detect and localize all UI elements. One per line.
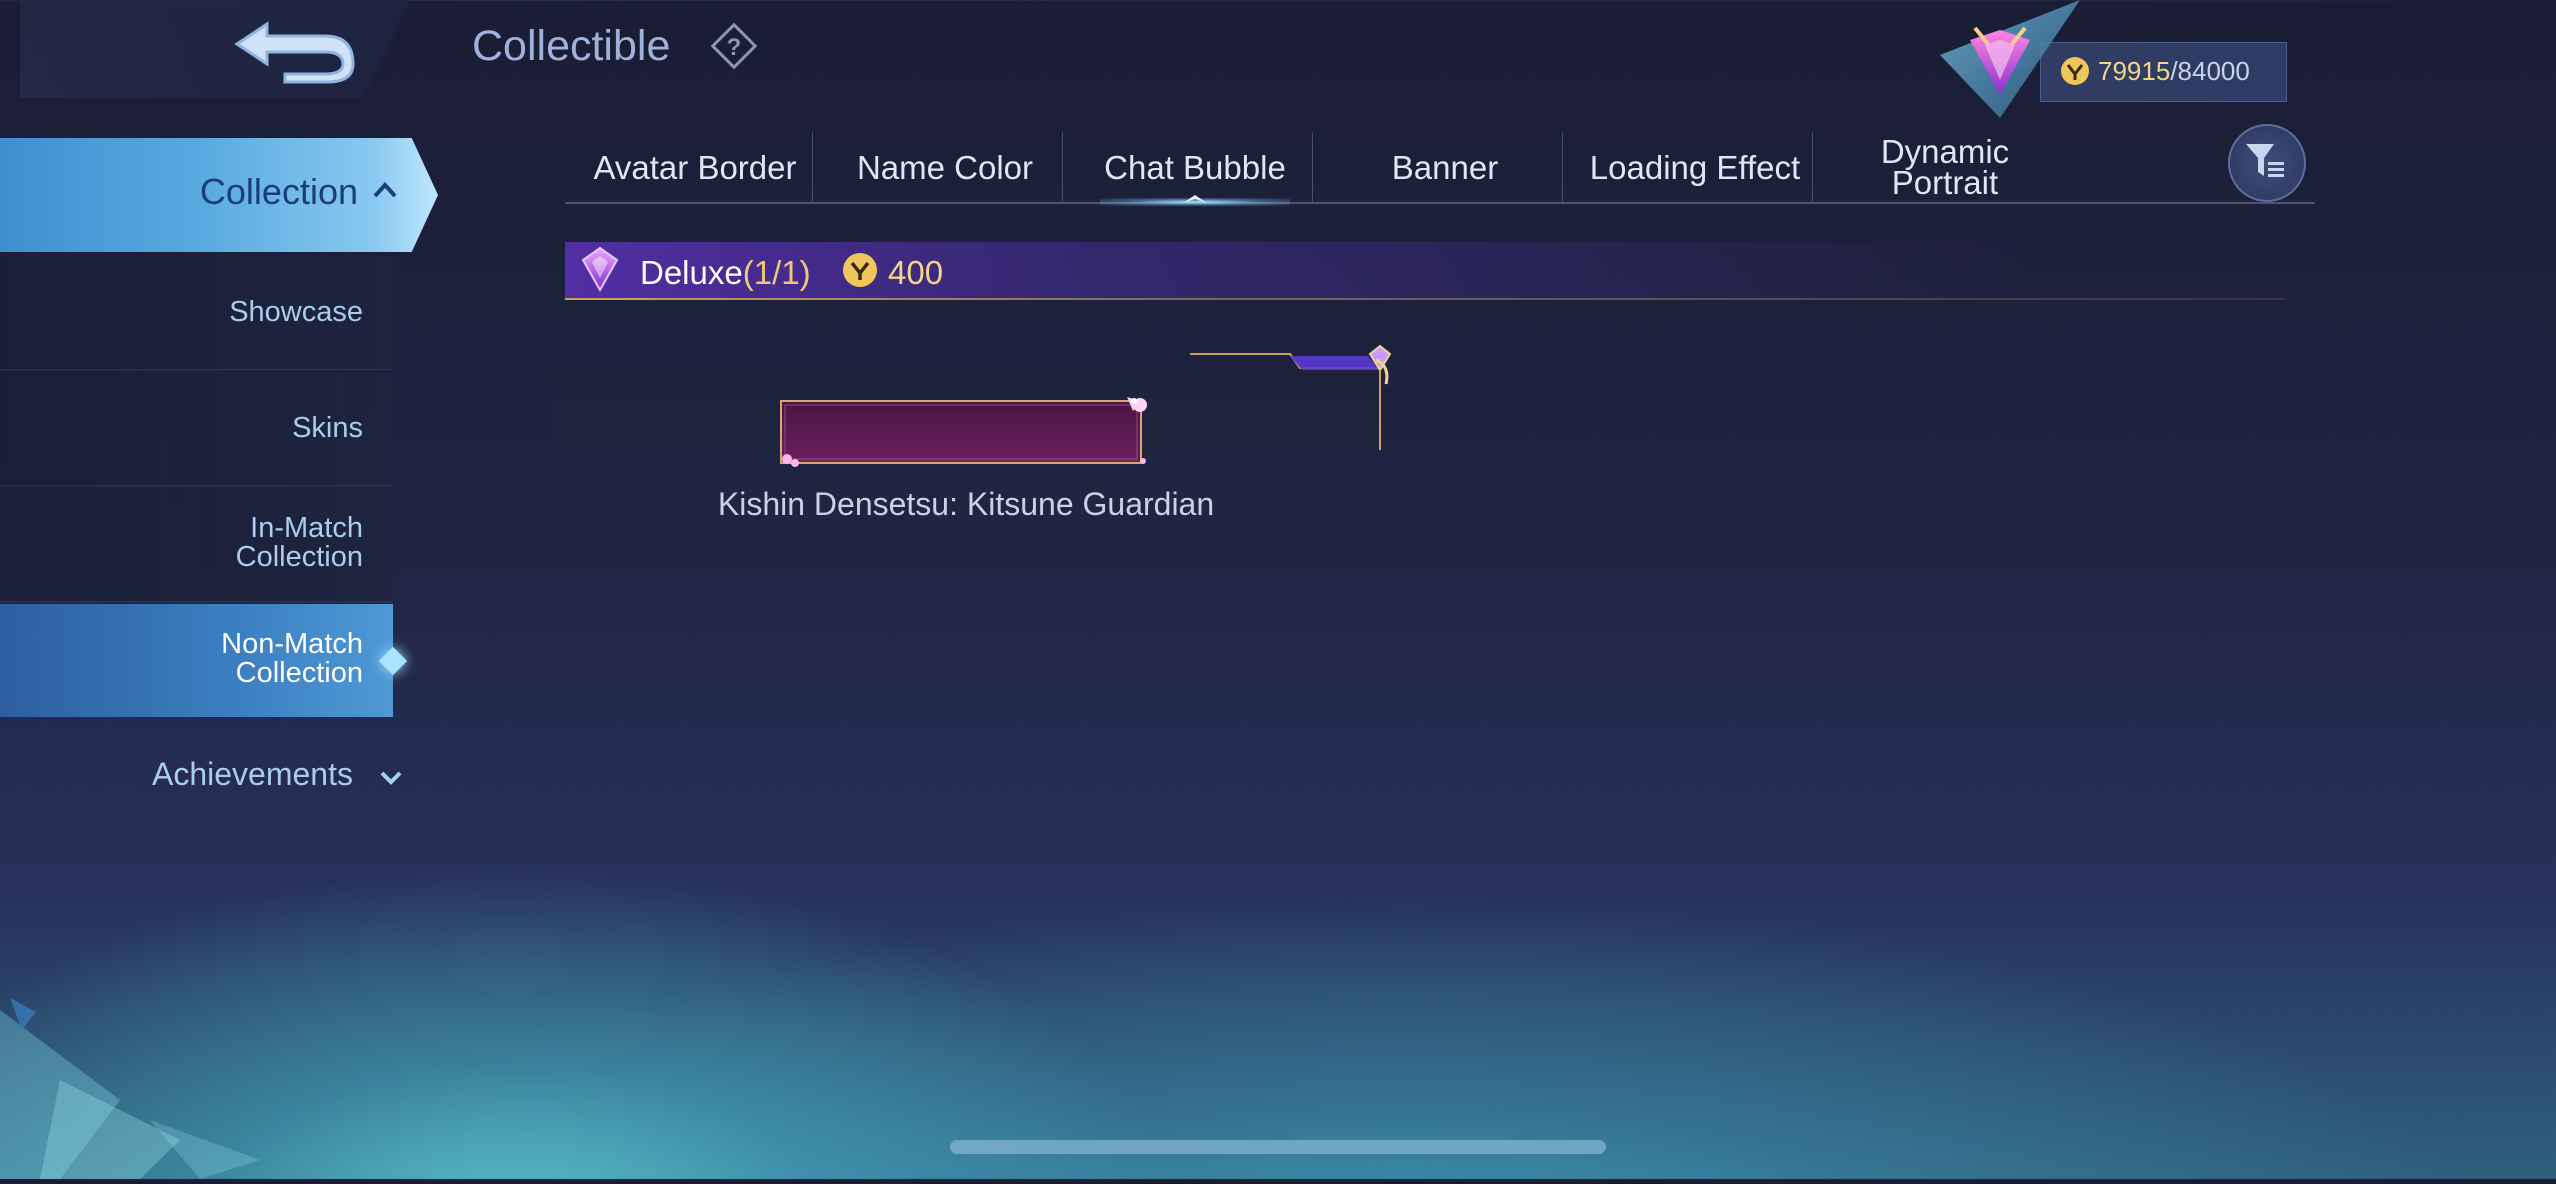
crystal-decoration-icon — [0, 990, 420, 1179]
deluxe-count: (1/1) — [742, 254, 811, 291]
deluxe-label: Deluxe(1/1) — [640, 254, 811, 292]
coin-icon — [842, 252, 878, 288]
sidebar-collection-header[interactable]: Collection — [0, 138, 438, 252]
page-title: Collectible — [472, 22, 671, 70]
tab-label: Chat Bubble — [1104, 148, 1286, 186]
tab-banner[interactable]: Banner — [1320, 130, 1570, 204]
currency-separator: / — [2170, 56, 2178, 86]
tab-divider — [812, 132, 813, 202]
back-button[interactable] — [225, 12, 365, 84]
sidebar-item-non-match-collection[interactable]: Non-Match Collection — [0, 604, 393, 717]
tab-label: Name Color — [856, 148, 1034, 186]
tab-loading-effect[interactable]: Loading Effect — [1570, 130, 1820, 204]
tab-name-color[interactable]: Name Color — [820, 130, 1070, 204]
tab-label: Dynamic Portrait — [1880, 133, 2010, 201]
chevron-up-icon — [373, 182, 397, 198]
deluxe-price: 400 — [888, 254, 944, 291]
back-arrow-icon — [234, 21, 355, 84]
tab-label: Avatar Border — [593, 148, 797, 186]
tab-divider — [1062, 132, 1063, 202]
deluxe-gem-icon — [575, 244, 625, 294]
svg-text:?: ? — [727, 34, 742, 61]
help-icon[interactable]: ? — [708, 20, 760, 72]
tab-bar-divider — [565, 202, 2315, 204]
currency-current: 79915 — [2098, 56, 2171, 86]
deluxe-section-header — [565, 242, 2285, 300]
currency-max: 84000 — [2177, 56, 2250, 86]
currency-amount: 79915/84000 — [2098, 56, 2250, 87]
coin-icon — [2060, 56, 2090, 86]
sidebar-achievements[interactable]: Achievements — [152, 756, 353, 793]
chevron-down-icon[interactable] — [378, 764, 404, 790]
section-divider — [565, 298, 2285, 300]
collection-label: Collection — [199, 171, 358, 212]
active-tab-marker-icon — [1183, 193, 1207, 207]
sidebar-item-label: Skins — [292, 412, 363, 444]
sidebar-item-showcase[interactable]: Showcase — [0, 256, 393, 370]
card-corner-ornament-icon — [1190, 340, 1410, 450]
chat-bubble-preview — [775, 395, 1155, 470]
home-indicator[interactable] — [950, 1140, 1606, 1154]
deluxe-title: Deluxe — [640, 254, 743, 291]
sidebar-item-skins[interactable]: Skins — [0, 372, 393, 486]
rank-emblem-icon — [1930, 0, 2080, 118]
tab-label: Banner — [1391, 148, 1499, 186]
tab-divider — [1562, 132, 1563, 202]
tab-dynamic-portrait[interactable]: Dynamic Portrait — [1820, 130, 2070, 204]
sidebar-item-label: Showcase — [229, 296, 363, 328]
filter-icon — [2246, 144, 2284, 177]
filter-button[interactable] — [2228, 124, 2306, 202]
sidebar-item-label: Non-Match Collection — [221, 628, 363, 689]
tab-label: Loading Effect — [1589, 148, 1801, 186]
item-name: Kishin Densetsu: Kitsune Guardian — [717, 486, 1215, 522]
tab-divider — [1312, 132, 1313, 202]
sidebar-item-in-match-collection[interactable]: In-Match Collection — [0, 488, 393, 602]
sidebar-item-label: In-Match Collection — [235, 512, 363, 573]
tab-divider — [1812, 132, 1813, 202]
tab-avatar-border[interactable]: Avatar Border — [570, 130, 820, 204]
